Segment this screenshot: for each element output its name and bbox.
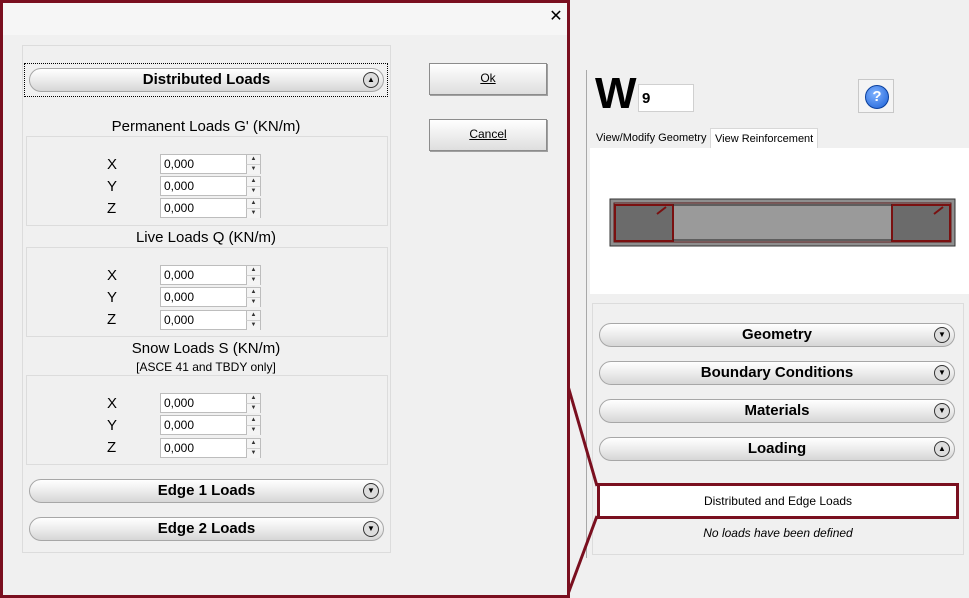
chevron-down-icon: ▼ <box>934 403 950 419</box>
live-y-input[interactable]: 0,000 ▲ ▼ <box>160 287 261 307</box>
help-icon: ? <box>865 85 889 109</box>
spin-down-icon[interactable]: ▼ <box>246 186 260 196</box>
chevron-up-icon: ▲ <box>934 441 950 457</box>
spin-down-icon[interactable]: ▼ <box>246 425 260 435</box>
section-preview <box>590 148 969 294</box>
field-value: 0,000 <box>164 268 195 282</box>
accordion-distributed-loads[interactable]: Distributed Loads ▲ <box>29 68 384 92</box>
spin-up-icon[interactable]: ▲ <box>246 311 260 320</box>
spin-down-icon[interactable]: ▼ <box>246 297 260 307</box>
chevron-down-icon: ▼ <box>363 483 379 499</box>
spin-up-icon[interactable]: ▲ <box>246 155 260 164</box>
live-z-input[interactable]: 0,000 ▲ ▼ <box>160 310 261 330</box>
accordion-label: Boundary Conditions <box>700 364 854 381</box>
axis-label: Y <box>107 289 118 306</box>
live-x-input[interactable]: 0,000 ▲ ▼ <box>160 265 261 285</box>
spin-down-icon[interactable]: ▼ <box>246 275 260 285</box>
ok-button[interactable]: Ok <box>429 63 547 95</box>
axis-label: Z <box>107 200 117 217</box>
permanent-y-input[interactable]: 0,000 ▲ ▼ <box>160 176 261 196</box>
spin-up-icon[interactable]: ▲ <box>246 439 260 448</box>
wall-id-input[interactable]: 9 <box>638 84 694 112</box>
spin-down-icon[interactable]: ▼ <box>246 448 260 458</box>
distributed-edge-loads-button[interactable]: Distributed and Edge Loads <box>597 483 959 519</box>
accordion-label: Distributed Loads <box>142 71 271 88</box>
chevron-down-icon: ▼ <box>363 521 379 537</box>
live-loads-title: Live Loads Q (KN/m) <box>135 229 277 246</box>
snow-y-input[interactable]: 0,000 ▲ ▼ <box>160 415 261 435</box>
field-value: 0,000 <box>164 441 195 455</box>
axis-label: Y <box>107 178 118 195</box>
permanent-z-input[interactable]: 0,000 ▲ ▼ <box>160 198 261 218</box>
close-icon[interactable]: ✕ <box>546 8 566 28</box>
accordion-label: Geometry <box>741 326 813 343</box>
button-label: Cancel <box>469 127 507 141</box>
axis-label: Z <box>107 311 117 328</box>
accordion-edge-1-loads[interactable]: Edge 1 Loads ▼ <box>29 479 384 503</box>
spin-up-icon[interactable]: ▲ <box>246 394 260 403</box>
spin-up-icon[interactable]: ▲ <box>246 177 260 186</box>
axis-label: X <box>107 395 118 412</box>
spin-up-icon[interactable]: ▲ <box>246 288 260 297</box>
spin-down-icon[interactable]: ▼ <box>246 320 260 330</box>
chevron-up-icon: ▲ <box>363 72 379 88</box>
wall-type-label: W <box>595 69 637 118</box>
field-value: 0,000 <box>164 179 195 193</box>
spin-down-icon[interactable]: ▼ <box>246 164 260 174</box>
panel-divider <box>586 70 587 558</box>
permanent-loads-title: Permanent Loads G' (KN/m) <box>111 118 301 135</box>
accordion-edge-2-loads[interactable]: Edge 2 Loads ▼ <box>29 517 384 541</box>
spin-up-icon[interactable]: ▲ <box>246 416 260 425</box>
accordion-geometry[interactable]: Geometry ▼ <box>599 323 955 347</box>
axis-label: Z <box>107 439 117 456</box>
tab-view-modify-geometry[interactable]: View/Modify Geometry <box>592 128 710 148</box>
tab-view-reinforcement[interactable]: View Reinforcement <box>710 128 819 149</box>
cancel-button[interactable]: Cancel <box>429 119 547 151</box>
field-value: 0,000 <box>164 418 195 432</box>
snow-x-input[interactable]: 0,000 ▲ ▼ <box>160 393 261 413</box>
spin-down-icon[interactable]: ▼ <box>246 208 260 218</box>
permanent-x-input[interactable]: 0,000 ▲ ▼ <box>160 154 261 174</box>
accordion-label: Edge 1 Loads <box>157 482 256 499</box>
axis-label: X <box>107 156 118 173</box>
help-button[interactable]: ? <box>858 79 894 113</box>
field-value: 0,000 <box>164 313 195 327</box>
snow-z-input[interactable]: 0,000 ▲ ▼ <box>160 438 261 458</box>
spin-down-icon[interactable]: ▼ <box>246 403 260 413</box>
field-value: 0,000 <box>164 396 195 410</box>
wall-section-drawing <box>609 198 956 247</box>
button-label: Ok <box>480 71 496 85</box>
snow-loads-title: Snow Loads S (KN/m) <box>131 340 281 357</box>
accordion-boundary-conditions[interactable]: Boundary Conditions ▼ <box>599 361 955 385</box>
accordion-label: Loading <box>747 440 807 457</box>
field-value: 0,000 <box>164 290 195 304</box>
field-value: 0,000 <box>164 201 195 215</box>
spin-up-icon[interactable]: ▲ <box>246 266 260 275</box>
no-loads-message: No loads have been defined <box>703 526 853 540</box>
dialog-titlebar <box>3 3 567 35</box>
accordion-label: Edge 2 Loads <box>157 520 256 537</box>
accordion-loading[interactable]: Loading ▲ <box>599 437 955 461</box>
snow-loads-note: [ASCE 41 and TBDY only] <box>136 360 276 374</box>
spin-up-icon[interactable]: ▲ <box>246 199 260 208</box>
chevron-down-icon: ▼ <box>934 327 950 343</box>
chevron-down-icon: ▼ <box>934 365 950 381</box>
axis-label: Y <box>107 417 118 434</box>
field-value: 0,000 <box>164 157 195 171</box>
accordion-materials[interactable]: Materials ▼ <box>599 399 955 423</box>
accordion-label: Materials <box>744 402 810 419</box>
axis-label: X <box>107 267 118 284</box>
